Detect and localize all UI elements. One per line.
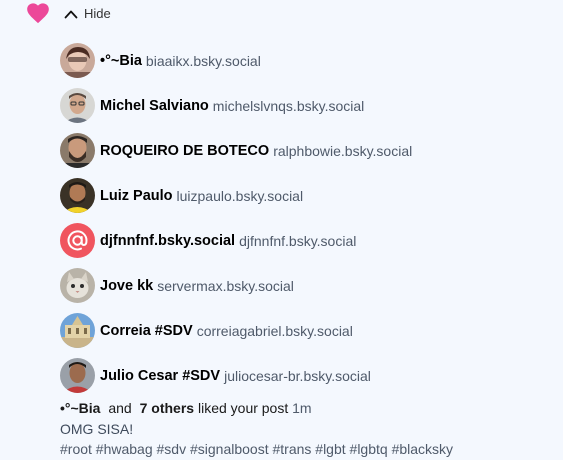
user-handle[interactable]: biaaikx.bsky.social — [146, 53, 261, 69]
user-display-name[interactable]: ROQUEIRO DE BOTECO — [100, 143, 269, 159]
user-handle[interactable]: juliocesar-br.bsky.social — [224, 368, 371, 384]
avatar[interactable] — [60, 43, 95, 78]
user-display-name[interactable]: djfnnfnf.bsky.social — [100, 233, 235, 249]
user-handle[interactable]: correiagabriel.bsky.social — [197, 323, 353, 339]
user-row[interactable]: djfnnfnf.bsky.social djfnnfnf.bsky.socia… — [60, 218, 560, 263]
avatar[interactable] — [60, 313, 95, 348]
first-liker-name[interactable]: •°~Bia — [60, 400, 100, 416]
avatar[interactable] — [60, 133, 95, 168]
avatar[interactable] — [60, 358, 95, 393]
liked-users-list: •°~Bia biaaikx.bsky.social Michel Salvia… — [60, 38, 560, 398]
others-count[interactable]: 7 others — [140, 400, 194, 416]
user-handle[interactable]: djfnnfnf.bsky.social — [239, 233, 356, 249]
avatar[interactable] — [60, 268, 95, 303]
user-display-name[interactable]: Julio Cesar #SDV — [100, 368, 220, 384]
user-row[interactable]: •°~Bia biaaikx.bsky.social — [60, 38, 560, 83]
notification-card[interactable]: Hide •°~Bia biaaikx.bsky.social Michel S… — [0, 0, 563, 460]
hide-toggle-label: Hide — [84, 6, 111, 21]
like-summary: •°~Bia and 7 others liked your post 1m — [60, 400, 312, 417]
summary-and: and — [108, 400, 132, 416]
avatar[interactable] — [60, 178, 95, 213]
user-row[interactable]: Correia #SDV correiagabriel.bsky.social — [60, 308, 560, 353]
user-handle[interactable]: luizpaulo.bsky.social — [177, 188, 304, 204]
user-display-name[interactable]: Correia #SDV — [100, 323, 193, 339]
user-row[interactable]: Luiz Paulo luizpaulo.bsky.social — [60, 173, 560, 218]
user-row[interactable]: ROQUEIRO DE BOTECO ralphbowie.bsky.socia… — [60, 128, 560, 173]
chevron-up-icon — [64, 10, 78, 18]
user-display-name[interactable]: •°~Bia — [100, 53, 142, 69]
user-handle[interactable]: ralphbowie.bsky.social — [273, 143, 412, 159]
hide-toggle-button[interactable]: Hide — [64, 6, 111, 21]
post-hashtags[interactable]: #root #hwabag #sdv #signalboost #trans #… — [60, 441, 453, 458]
user-row[interactable]: Jove kk servermax.bsky.social — [60, 263, 560, 308]
post-text[interactable]: OMG SISA! — [60, 421, 133, 438]
user-handle[interactable]: michelslvnqs.bsky.social — [213, 98, 364, 114]
heart-icon — [27, 3, 49, 24]
user-row[interactable]: Michel Salviano michelslvnqs.bsky.social — [60, 83, 560, 128]
user-display-name[interactable]: Michel Salviano — [100, 98, 209, 114]
user-row[interactable]: Julio Cesar #SDV juliocesar-br.bsky.soci… — [60, 353, 560, 398]
timestamp: 1m — [292, 400, 312, 416]
avatar[interactable] — [60, 88, 95, 123]
summary-action: liked your post — [197, 400, 289, 416]
user-display-name[interactable]: Jove kk — [100, 278, 153, 294]
avatar[interactable] — [60, 223, 95, 258]
user-handle[interactable]: servermax.bsky.social — [157, 278, 294, 294]
user-display-name[interactable]: Luiz Paulo — [100, 188, 173, 204]
